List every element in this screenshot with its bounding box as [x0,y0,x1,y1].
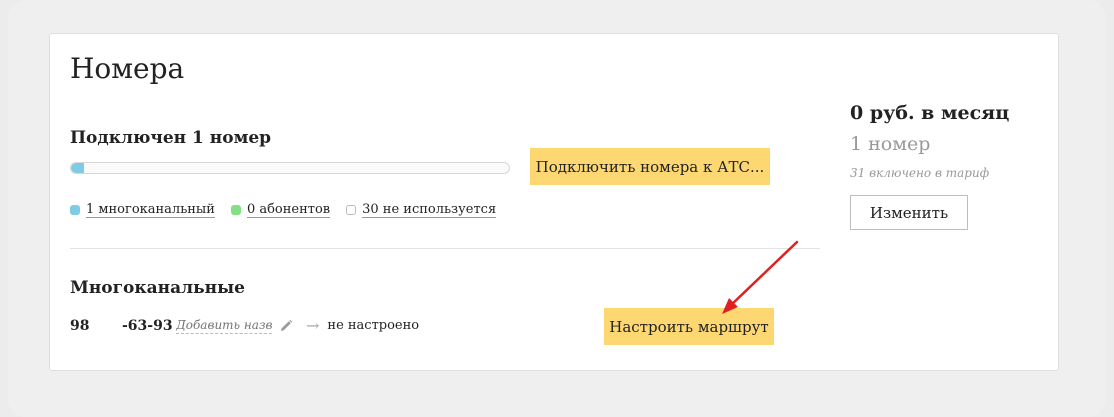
legend-item-unused[interactable]: 30 не используется [346,202,497,218]
multichannel-dot-icon [70,205,80,215]
legend-label[interactable]: 30 не используется [362,202,497,218]
pencil-icon[interactable] [278,318,294,334]
number-name-input[interactable] [176,317,272,334]
tariff-price: 0 руб. в месяц [850,102,1010,124]
tariff-included-note: 31 включено в тариф [850,166,990,180]
configure-route-button[interactable]: Настроить маршрут [604,308,774,345]
number-row: 98 -63-93 → не настроено [70,316,419,335]
subscribers-dot-icon [230,205,241,215]
connected-count-label: Подключен 1 номер [70,128,272,148]
page-title: Номера [70,52,185,85]
legend-label[interactable]: 1 многоканальный [86,202,215,218]
route-status: не настроено [327,318,420,333]
change-tariff-button[interactable]: Изменить [850,195,968,230]
section-divider [70,248,820,249]
numbers-usage-progress [70,162,510,174]
numbers-card: Номера Подключен 1 номер Подключить номе… [49,33,1059,371]
legend-label[interactable]: 0 абонентов [246,202,331,218]
phone-number-part: -63-93 [122,317,173,334]
multichannel-section-title: Многоканальные [70,278,245,298]
legend-item-subscribers[interactable]: 0 абонентов [230,202,331,218]
connect-numbers-button[interactable]: Подключить номера к АТС... [530,148,770,185]
unused-dot-icon [346,205,357,215]
usage-legend: 1 многоканальный 0 абонентов 30 не испол… [70,202,497,218]
tariff-number-count: 1 номер [850,133,931,155]
phone-number-part: 98 [70,317,90,334]
arrow-right-icon: → [306,316,320,335]
legend-item-multichannel[interactable]: 1 многоканальный [70,202,215,218]
progress-fill [71,163,85,173]
